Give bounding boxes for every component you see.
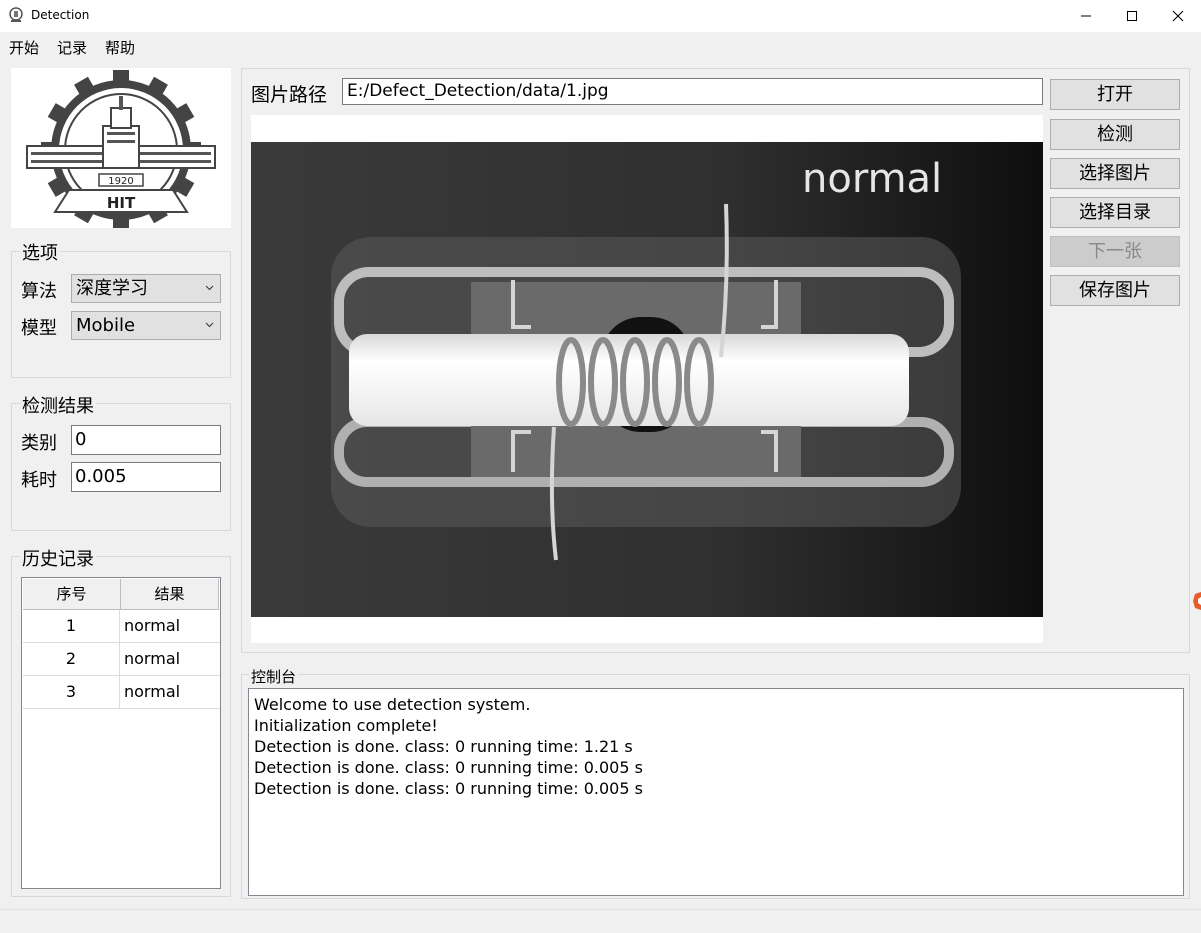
model-label: 模型 [21,318,57,339]
select-directory-button[interactable]: 选择目录 [1050,197,1180,228]
close-button[interactable] [1155,0,1201,32]
minimize-icon [1081,15,1091,17]
overlay-label: normal [802,156,942,202]
chevron-down-icon [205,322,214,328]
console-line: Detection is done. class: 0 running time… [254,779,643,798]
row-index: 3 [23,676,120,709]
component-photo: normal [251,142,1043,617]
time-label: 耗时 [21,470,57,491]
column-header-index[interactable]: 序号 [23,579,121,610]
window-title: Detection [31,8,90,22]
table-row[interactable]: 2 normal [23,643,220,676]
algorithm-select[interactable]: 深度学习 [71,274,221,303]
model-select[interactable]: Mobile [71,311,221,340]
column-header-result[interactable]: 结果 [121,579,219,610]
menu-start[interactable]: 开始 [9,37,39,58]
table-row[interactable]: 3 normal [23,676,220,709]
app-logo-icon [9,7,23,22]
table-row[interactable]: 1 normal [23,610,220,643]
minimize-button[interactable] [1063,0,1109,32]
chevron-down-icon [205,285,214,291]
console-title: 控制台 [249,666,299,687]
model-value: Mobile [76,315,136,336]
status-bar [0,909,1201,933]
edge-widget-icon [1193,592,1201,610]
algorithm-value: 深度学习 [76,278,148,299]
select-image-button[interactable]: 选择图片 [1050,158,1180,189]
history-table[interactable]: 序号 结果 1 normal 2 normal 3 normal [21,577,221,889]
class-label: 类别 [21,433,57,454]
algorithm-label: 算法 [21,281,57,302]
options-title: 选项 [20,239,60,265]
row-result: normal [124,649,181,668]
detect-button[interactable]: 检测 [1050,119,1180,150]
logo-text: HIT [107,194,136,212]
console-line: Detection is done. class: 0 running time… [254,758,643,777]
console-line: Welcome to use detection system. [254,695,531,714]
logo-year: 1920 [108,176,133,187]
image-path-field[interactable]: E:/Defect_Detection/data/1.jpg [342,78,1043,105]
detection-image: normal [251,142,1043,617]
row-result: normal [124,616,181,635]
maximize-icon [1127,11,1137,21]
console-line: Detection is done. class: 0 running time… [254,737,633,756]
image-path-label: 图片路径 [251,84,328,106]
menu-records[interactable]: 记录 [57,37,87,58]
console-line: Initialization complete! [254,716,438,735]
title-bar: Detection [0,0,1201,32]
row-result: normal [124,682,181,701]
university-logo: 1920 HIT [11,68,231,230]
menu-help[interactable]: 帮助 [105,37,135,58]
maximize-button[interactable] [1109,0,1155,32]
next-image-button[interactable]: 下一张 [1050,236,1180,267]
menu-bar: 开始 记录 帮助 [0,32,1201,59]
result-title: 检测结果 [20,392,96,418]
open-button[interactable]: 打开 [1050,79,1180,110]
row-index: 2 [23,643,120,676]
time-field[interactable]: 0.005 [71,462,221,492]
history-title: 历史记录 [20,545,96,571]
row-index: 1 [23,610,120,643]
class-field[interactable]: 0 [71,425,221,455]
close-icon [1172,10,1184,22]
save-image-button[interactable]: 保存图片 [1050,275,1180,306]
console-output[interactable]: Welcome to use detection system. Initial… [248,688,1184,896]
hit-logo-emblem: 1920 HIT [26,70,216,230]
